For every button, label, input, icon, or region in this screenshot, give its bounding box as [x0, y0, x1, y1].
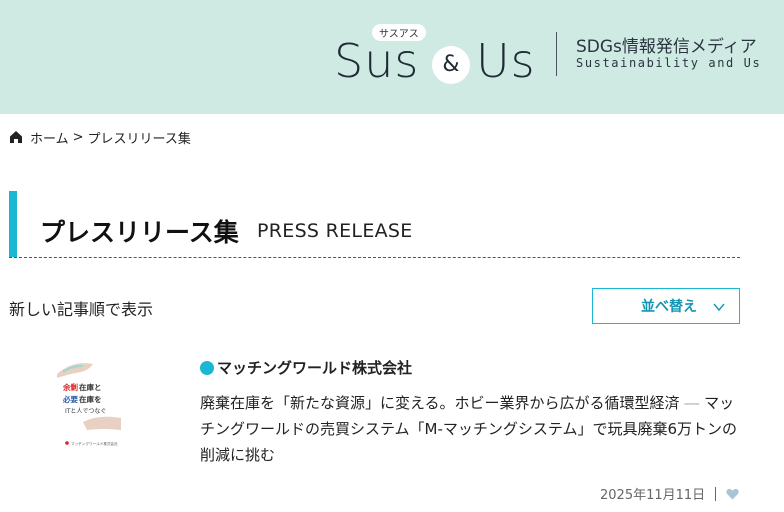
- sort-order-label: 新しい記事順で表示: [9, 300, 154, 319]
- company-dot-icon: [200, 360, 214, 375]
- article-title-main: 廃棄在庫を「新たな資源」に変える。ホビー業界から広がる循環型経済: [200, 394, 680, 412]
- page-title: プレスリリース集: [40, 218, 239, 247]
- sort-button-label: 並べ替え: [641, 299, 697, 315]
- breadcrumb-separator: >: [72, 129, 84, 145]
- article-thumbnail[interactable]: 余剰 在庫と 必要 在庫を ITと人でつなぐ マッチングワールド株式会社: [53, 352, 125, 452]
- thumb-line3: ITと人でつなぐ: [65, 408, 106, 415]
- logo-sus: Sus: [334, 34, 420, 88]
- title-accent-bar: [9, 191, 17, 257]
- chevron-down-icon: [713, 303, 725, 312]
- page-title-en: PRESS RELEASE: [257, 220, 413, 242]
- thumb-line1-rest: 在庫と: [79, 382, 102, 392]
- article-company[interactable]: マッチングワールド株式会社: [200, 357, 412, 378]
- site-tagline-en: Sustainability and Us: [576, 56, 762, 70]
- site-tagline: SDGs情報発信メディア: [576, 37, 757, 57]
- article-meta: 2025年11月11日: [600, 484, 739, 503]
- logo-ampersand: &: [432, 46, 470, 84]
- thumb-line2-red: 必要: [62, 394, 78, 404]
- page-title-block: プレスリリース集 PRESS RELEASE: [9, 191, 740, 258]
- meta-divider: [715, 486, 717, 501]
- article-date: 2025年11月11日: [600, 488, 706, 503]
- thumb-brand: マッチングワールド株式会社: [71, 441, 118, 446]
- site-logo[interactable]: サスアス Sus & Us: [334, 22, 544, 92]
- thumb-line1-red: 余剰: [62, 382, 78, 392]
- thumb-line2-rest: 在庫を: [79, 394, 102, 404]
- breadcrumb-current: プレスリリース集: [87, 131, 191, 147]
- site-header: サスアス Sus & Us SDGs情報発信メディア Sustainabilit…: [0, 0, 784, 114]
- article-title[interactable]: 廃棄在庫を「新たな資源」に変える。ホビー業界から広がる循環型経済 ― マッチング…: [200, 390, 740, 468]
- logo-us: Us: [476, 34, 536, 88]
- company-name: マッチングワールド株式会社: [217, 359, 413, 377]
- breadcrumb: ホーム > プレスリリース集: [9, 128, 191, 147]
- header-divider: [556, 32, 557, 76]
- heart-icon[interactable]: [726, 488, 739, 500]
- home-icon[interactable]: [9, 130, 23, 144]
- breadcrumb-home-link[interactable]: ホーム: [30, 128, 69, 147]
- sort-button[interactable]: 並べ替え: [592, 288, 740, 324]
- article-title-dash: ―: [684, 394, 700, 412]
